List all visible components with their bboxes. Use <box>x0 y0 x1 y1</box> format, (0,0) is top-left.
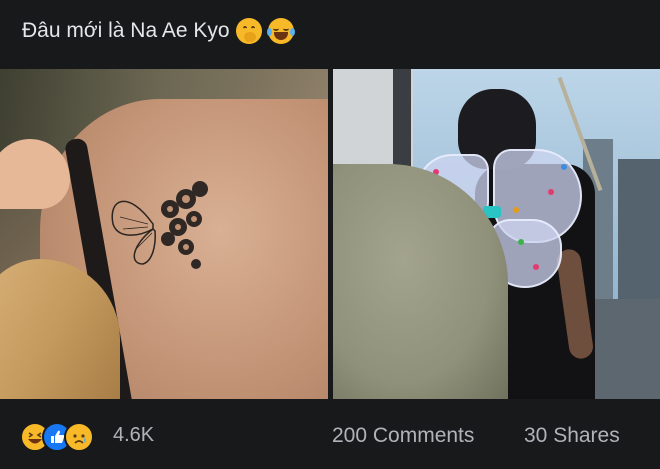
reactions-summary[interactable] <box>20 422 94 452</box>
shares-count-link[interactable]: 30 Shares <box>524 424 620 448</box>
back-tattoo-photo[interactable] <box>0 69 328 399</box>
reaction-count[interactable]: 4.6K <box>113 424 154 447</box>
butterfly-tattoo-icon <box>111 181 208 269</box>
shushing-face-icon <box>235 18 262 44</box>
caption-text: Đâu mới là Na Ae Kyo <box>22 19 230 42</box>
post-caption: Đâu mới là Na Ae Kyo <box>22 18 295 44</box>
post-footer: 4.6K 200 Comments 30 Shares <box>0 399 660 469</box>
face-with-tears-of-joy-icon <box>266 18 295 44</box>
sad-reaction-icon <box>64 422 94 452</box>
comments-count-link[interactable]: 200 Comments <box>332 424 474 448</box>
fairy-wings-photo[interactable] <box>333 69 660 399</box>
